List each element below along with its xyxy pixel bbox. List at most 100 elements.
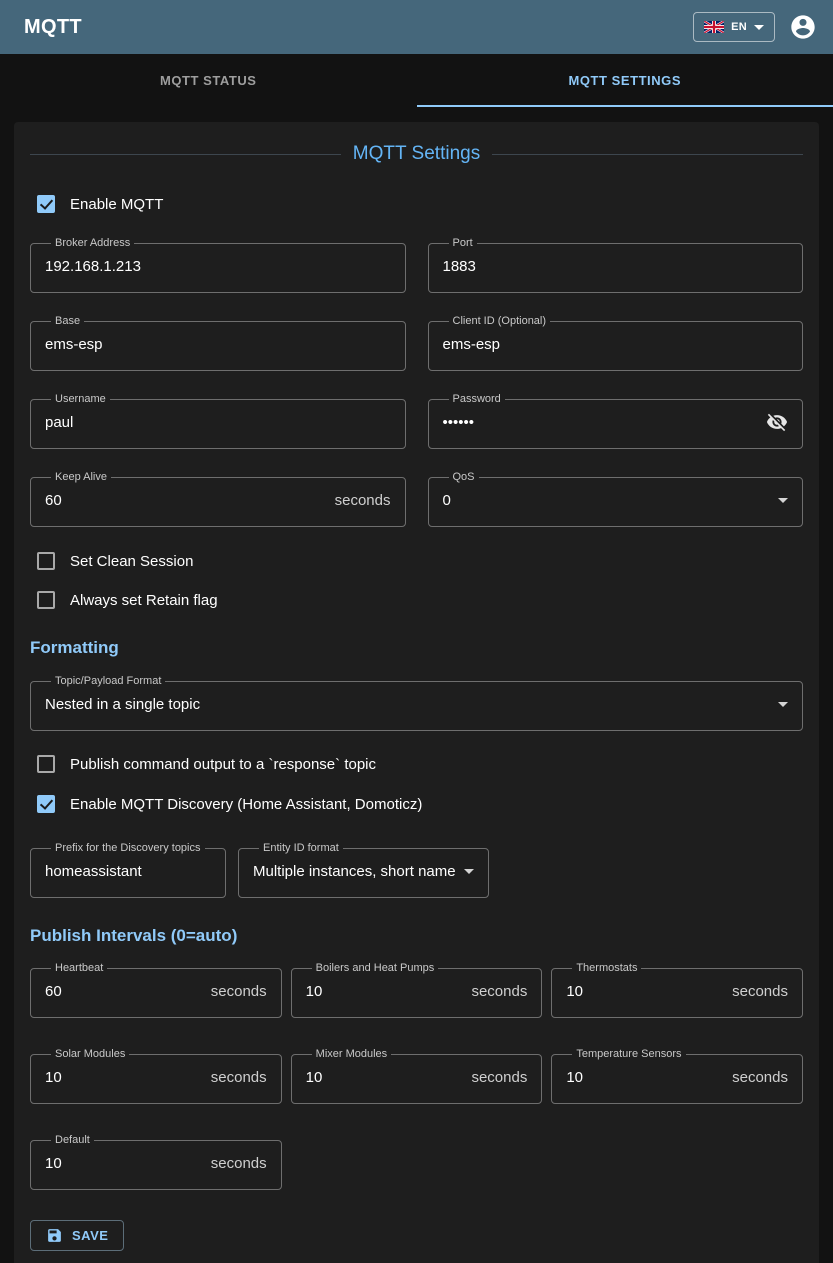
caret-down-icon: [778, 498, 788, 503]
field-value: 10: [306, 1069, 464, 1086]
tab-bar: MQTT STATUS MQTT SETTINGS: [0, 54, 833, 107]
field-label: Boilers and Heat Pumps: [312, 962, 439, 974]
formatting-heading: Formatting: [30, 638, 803, 660]
checkbox-label: Always set Retain flag: [70, 592, 218, 609]
unit-adornment: seconds: [471, 983, 527, 1000]
field-label: Broker Address: [51, 237, 134, 249]
select-value: Multiple instances, short name: [253, 863, 456, 880]
field-label: Port: [449, 237, 477, 249]
tab-mqtt-settings[interactable]: MQTT SETTINGS: [417, 54, 833, 107]
save-button[interactable]: SAVE: [30, 1220, 124, 1251]
field-label: Solar Modules: [51, 1048, 129, 1060]
checkbox-icon[interactable]: [37, 755, 55, 773]
mixer-interval-field[interactable]: Mixer Modules 10 seconds: [291, 1048, 543, 1104]
password-field[interactable]: Password ••••••: [428, 393, 804, 449]
topic-payload-format-select[interactable]: Topic/Payload Format Nested in a single …: [30, 675, 803, 731]
field-label: Heartbeat: [51, 962, 107, 974]
checkbox-response-topic[interactable]: Publish command output to a `response` t…: [30, 752, 803, 776]
unit-adornment: seconds: [471, 1069, 527, 1086]
discovery-prefix-field[interactable]: Prefix for the Discovery topics homeassi…: [30, 842, 226, 898]
port-field[interactable]: Port 1883: [428, 237, 804, 293]
unit-adornment: seconds: [335, 492, 391, 509]
unit-adornment: seconds: [732, 983, 788, 1000]
field-value: 10: [306, 983, 464, 1000]
field-label: Topic/Payload Format: [51, 675, 165, 687]
field-value: 10: [566, 1069, 724, 1086]
field-value: ems-esp: [443, 336, 789, 353]
thermostats-interval-field[interactable]: Thermostats 10 seconds: [551, 962, 803, 1018]
caret-down-icon: [778, 702, 788, 707]
checkbox-label: Enable MQTT Discovery (Home Assistant, D…: [70, 796, 422, 813]
select-value: Nested in a single topic: [45, 696, 770, 713]
username-field[interactable]: Username paul: [30, 393, 406, 449]
field-value: 1883: [443, 258, 789, 275]
tab-label: MQTT SETTINGS: [568, 73, 681, 88]
field-label: Prefix for the Discovery topics: [51, 842, 205, 854]
checkbox-enable-mqtt[interactable]: Enable MQTT: [30, 192, 803, 216]
publish-intervals-grid: Heartbeat 60 seconds Boilers and Heat Pu…: [30, 962, 803, 1190]
base-field[interactable]: Base ems-esp: [30, 315, 406, 371]
field-label: Temperature Sensors: [572, 1048, 685, 1060]
checkbox-icon[interactable]: [37, 591, 55, 609]
page-title: MQTT: [24, 16, 82, 39]
save-button-label: SAVE: [72, 1228, 108, 1243]
heartbeat-interval-field[interactable]: Heartbeat 60 seconds: [30, 962, 282, 1018]
checkbox-retain-flag[interactable]: Always set Retain flag: [30, 588, 803, 612]
publish-intervals-heading: Publish Intervals (0=auto): [30, 926, 803, 948]
broker-address-field[interactable]: Broker Address 192.168.1.213: [30, 237, 406, 293]
field-label: QoS: [449, 471, 479, 483]
unit-adornment: seconds: [211, 1155, 267, 1172]
checkbox-clean-session[interactable]: Set Clean Session: [30, 549, 803, 573]
field-value: paul: [45, 414, 391, 431]
language-label: EN: [731, 21, 747, 33]
checkbox-label: Set Clean Session: [70, 553, 193, 570]
field-label: Password: [449, 393, 505, 405]
field-label: Keep Alive: [51, 471, 111, 483]
field-value: 10: [45, 1155, 203, 1172]
user-avatar-button[interactable]: [789, 13, 817, 41]
field-value: 60: [45, 492, 327, 509]
tab-mqtt-status[interactable]: MQTT STATUS: [0, 54, 417, 107]
field-label: Thermostats: [572, 962, 641, 974]
field-value: 192.168.1.213: [45, 258, 391, 275]
divider: [492, 154, 803, 155]
temperature-sensors-interval-field[interactable]: Temperature Sensors 10 seconds: [551, 1048, 803, 1104]
field-label: Default: [51, 1134, 94, 1146]
qos-select[interactable]: QoS 0: [428, 471, 804, 527]
card-title-row: MQTT Settings: [30, 142, 803, 166]
checkbox-mqtt-discovery[interactable]: Enable MQTT Discovery (Home Assistant, D…: [30, 792, 803, 816]
account-circle-icon: [789, 13, 817, 41]
app-bar: MQTT EN: [0, 0, 833, 54]
solar-interval-field[interactable]: Solar Modules 10 seconds: [30, 1048, 282, 1104]
field-label: Mixer Modules: [312, 1048, 392, 1060]
entity-id-format-select[interactable]: Entity ID format Multiple instances, sho…: [238, 842, 489, 898]
field-value: ems-esp: [45, 336, 391, 353]
default-interval-field[interactable]: Default 10 seconds: [30, 1134, 282, 1190]
visibility-off-icon: [766, 411, 788, 433]
field-label: Entity ID format: [259, 842, 343, 854]
field-label: Base: [51, 315, 84, 327]
unit-adornment: seconds: [211, 983, 267, 1000]
field-value: 10: [566, 983, 724, 1000]
divider: [30, 154, 341, 155]
field-value: homeassistant: [45, 863, 211, 880]
field-value: 10: [45, 1069, 203, 1086]
field-label: Client ID (Optional): [449, 315, 551, 327]
connection-fields-grid: Broker Address 192.168.1.213 Port 1883 B…: [30, 237, 803, 527]
checkbox-icon[interactable]: [37, 195, 55, 213]
checkbox-icon[interactable]: [37, 795, 55, 813]
field-value: 60: [45, 983, 203, 1000]
client-id-field[interactable]: Client ID (Optional) ems-esp: [428, 315, 804, 371]
keep-alive-field[interactable]: Keep Alive 60 seconds: [30, 471, 406, 527]
unit-adornment: seconds: [732, 1069, 788, 1086]
toggle-password-visibility-button[interactable]: [766, 411, 788, 433]
boilers-interval-field[interactable]: Boilers and Heat Pumps 10 seconds: [291, 962, 543, 1018]
language-selector-button[interactable]: EN: [693, 12, 775, 42]
checkbox-icon[interactable]: [37, 552, 55, 570]
chevron-down-icon: [754, 25, 764, 30]
unit-adornment: seconds: [211, 1069, 267, 1086]
caret-down-icon: [464, 869, 474, 874]
select-value: 0: [443, 492, 771, 509]
checkbox-label: Enable MQTT: [70, 196, 163, 213]
active-tab-indicator: [417, 105, 833, 107]
